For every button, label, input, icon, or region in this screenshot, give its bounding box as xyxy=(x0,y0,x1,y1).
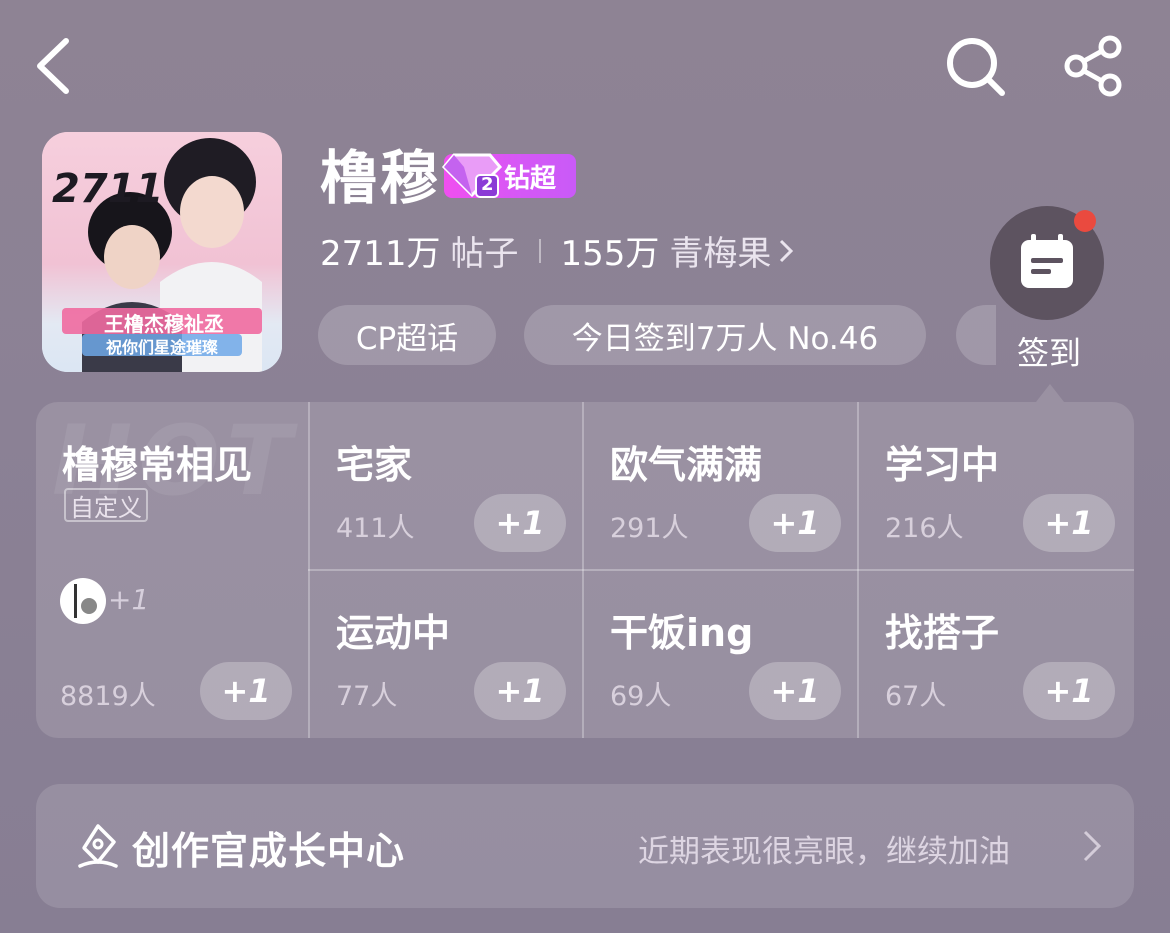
status-plus-one-button[interactable]: +1 xyxy=(474,662,566,720)
status-plus-one-button[interactable]: +1 xyxy=(474,494,566,552)
stats-divider xyxy=(538,239,541,263)
status-plus-one-button[interactable]: +1 xyxy=(749,494,841,552)
cover-caption-line1: 王橹杰穆祉丞 xyxy=(104,312,224,336)
creator-pen-icon xyxy=(76,822,120,870)
creator-center-subtitle: 近期表现很亮眼，继续加油 xyxy=(638,834,1010,870)
diamond-level-icon: 2 xyxy=(441,151,503,199)
status-title: 运动中 xyxy=(336,611,451,655)
status-title: 学习中 xyxy=(885,443,1000,487)
status-title: 找搭子 xyxy=(885,611,1000,655)
calendar-note-icon xyxy=(1021,234,1073,288)
status-title: 欧气满满 xyxy=(610,443,763,487)
avatar xyxy=(60,578,106,624)
chip-cp-topic[interactable]: CP超话 xyxy=(318,305,496,365)
status-count: 67人 xyxy=(885,681,947,712)
status-count: 69人 xyxy=(610,681,672,712)
search-button[interactable] xyxy=(944,35,1008,99)
search-icon xyxy=(947,38,1005,96)
status-title: 宅家 xyxy=(336,443,413,487)
fans-label[interactable]: 青梅果 xyxy=(669,226,771,275)
custom-tag: 自定义 xyxy=(64,488,148,522)
share-button[interactable] xyxy=(1062,35,1128,97)
featured-status-count: 8819人 xyxy=(60,681,156,712)
cover-caption-line2: 祝你们星途璀璨 xyxy=(105,338,218,357)
status-plus-one-button[interactable]: +1 xyxy=(1023,494,1115,552)
fans-count[interactable]: 155万 xyxy=(561,226,660,275)
topic-cover-image[interactable]: 2711 王橹杰穆祉丞 祝你们星途璀璨 xyxy=(42,132,282,372)
status-count: 77人 xyxy=(336,681,398,712)
badge-label: 钻超 xyxy=(504,163,557,194)
topic-stats: 2711万 帖子 155万 青梅果 xyxy=(320,226,795,276)
chevron-left-icon xyxy=(37,38,69,94)
status-plus-one-button[interactable]: +1 xyxy=(749,662,841,720)
posts-count: 2711万 xyxy=(320,234,441,274)
chip-more-partial[interactable] xyxy=(956,305,996,365)
chip-checkin-rank[interactable]: 今日签到7万人 No.46 xyxy=(524,305,926,365)
status-count: 411人 xyxy=(336,513,415,544)
share-icon xyxy=(1064,35,1122,97)
badge-level-number: 2 xyxy=(481,174,494,195)
status-plus-one-button[interactable]: +1 xyxy=(1023,662,1115,720)
checkin-red-dot xyxy=(1074,210,1096,232)
topic-title: 橹穆 xyxy=(320,144,441,212)
status-title: 干饭ing xyxy=(610,611,754,655)
featured-status-title: 橹穆常相见 xyxy=(62,443,253,487)
featured-plus-one-button[interactable]: +1 xyxy=(200,662,292,720)
chevron-right-icon[interactable] xyxy=(777,237,795,265)
posts-label: 帖子 xyxy=(450,234,519,274)
creator-center-title: 创作官成长中心 xyxy=(132,829,406,873)
avatar-plus-one: +1 xyxy=(108,583,150,616)
back-button[interactable] xyxy=(30,35,80,97)
status-count: 216人 xyxy=(885,513,964,544)
grid-pointer-arrow xyxy=(1036,384,1064,402)
checkin-label[interactable]: 签到 xyxy=(1010,328,1088,374)
cover-number-text: 2711 xyxy=(52,166,164,212)
grid-divider xyxy=(308,569,1134,571)
chevron-right-icon xyxy=(1080,826,1104,866)
status-count: 291人 xyxy=(610,513,689,544)
